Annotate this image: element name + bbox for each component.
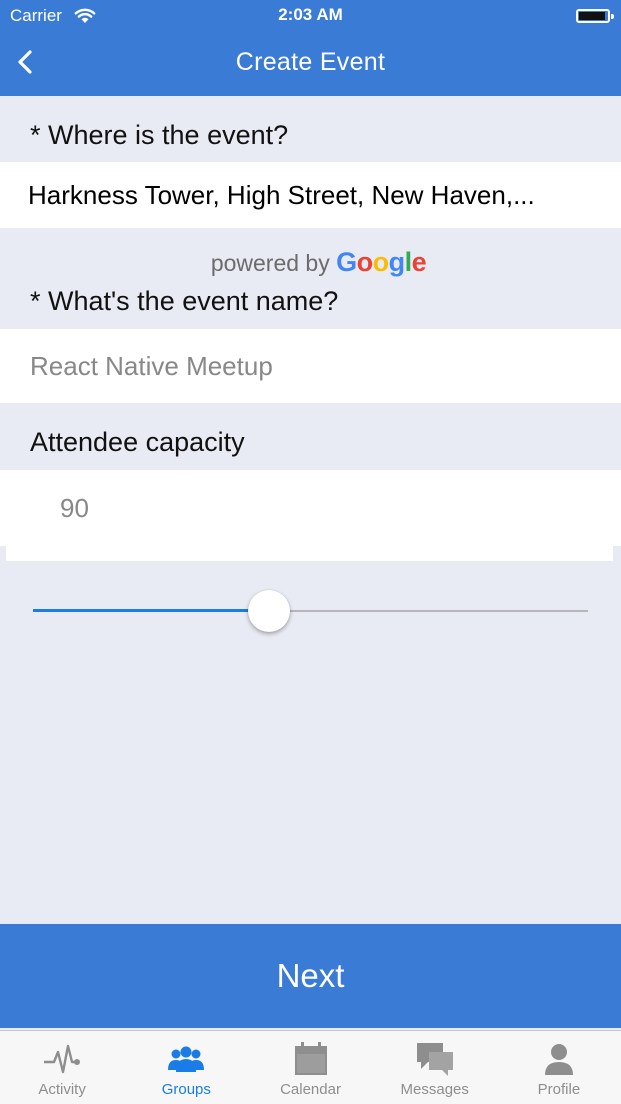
next-button[interactable]: Next xyxy=(0,924,621,1028)
slider-track-filled[interactable] xyxy=(33,609,269,612)
calendar-icon xyxy=(291,1041,331,1077)
slider-thumb[interactable] xyxy=(248,590,290,632)
tab-messages[interactable]: Messages xyxy=(373,1031,497,1104)
groups-icon xyxy=(166,1041,206,1077)
capacity-field-footer xyxy=(6,546,613,561)
tab-profile[interactable]: Profile xyxy=(497,1031,621,1104)
capacity-label: Attendee capacity xyxy=(30,427,245,457)
tab-label: Activity xyxy=(38,1081,86,1098)
tab-bar: Activity Groups Calendar Messages Profil… xyxy=(0,1030,621,1104)
profile-icon xyxy=(539,1041,579,1077)
status-time: 2:03 AM xyxy=(278,5,343,24)
battery-icon xyxy=(576,9,614,23)
activity-icon xyxy=(42,1041,82,1077)
slider-track-remaining[interactable] xyxy=(269,610,588,612)
powered-by-google: powered by Google xyxy=(8,247,621,278)
tab-label: Groups xyxy=(161,1081,211,1098)
event-name-label: * What's the event name? xyxy=(30,286,339,316)
tab-calendar[interactable]: Calendar xyxy=(248,1031,372,1104)
tab-label: Messages xyxy=(400,1081,469,1098)
location-field[interactable]: Harkness Tower, High Street, New Haven,.… xyxy=(0,162,621,228)
status-bar: Carrier 2:03 AM xyxy=(0,0,621,32)
tab-label: Profile xyxy=(537,1081,581,1098)
capacity-input[interactable] xyxy=(60,470,621,546)
tab-label: Calendar xyxy=(280,1081,341,1098)
tab-activity[interactable]: Activity xyxy=(0,1031,124,1104)
page-title: Create Event xyxy=(235,48,386,76)
messages-icon xyxy=(415,1041,455,1077)
event-name-field[interactable] xyxy=(0,329,621,403)
google-logo: Google xyxy=(336,247,427,277)
location-label: * Where is the event? xyxy=(30,120,289,150)
capacity-field[interactable] xyxy=(0,470,621,546)
tab-groups[interactable]: Groups xyxy=(124,1031,248,1104)
location-value: Harkness Tower, High Street, New Haven,.… xyxy=(28,179,535,210)
powered-by-text: powered by xyxy=(210,250,330,276)
navigation-header: Carrier 2:03 AM Create Event xyxy=(0,0,621,96)
event-name-input[interactable] xyxy=(30,329,621,403)
